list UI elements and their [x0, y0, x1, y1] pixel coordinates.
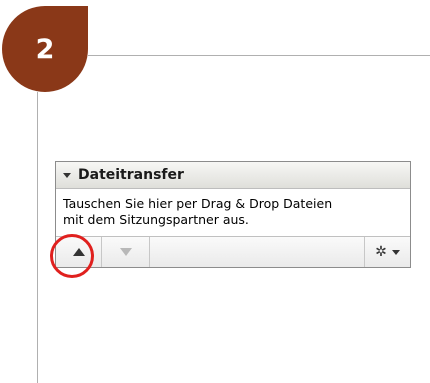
arrow-down-icon [119, 248, 132, 256]
chevron-down-icon [391, 249, 400, 255]
gear-icon: ✲ [375, 244, 387, 260]
arrow-up-icon [72, 248, 85, 256]
description-line-1: Tauschen Sie hier per Drag & Drop Dateie… [63, 196, 333, 211]
description-line-2: mit dem Sitzungspartner aus. [63, 212, 249, 227]
panel-title: Dateitransfer [78, 167, 184, 183]
step-number-badge: 2 [2, 6, 88, 92]
left-divider [37, 92, 38, 383]
drop-area[interactable]: Tauschen Sie hier per Drag & Drop Dateie… [56, 189, 410, 236]
panel-toolbar: ✲ [56, 236, 410, 267]
panel-header[interactable]: Dateitransfer [56, 162, 410, 189]
settings-menu-button[interactable]: ✲ [364, 237, 410, 267]
top-divider [88, 55, 430, 56]
file-transfer-panel: Dateitransfer Tauschen Sie hier per Drag… [55, 161, 411, 268]
upload-button[interactable] [56, 237, 102, 267]
collapse-triangle-icon[interactable] [63, 172, 71, 178]
download-button[interactable] [102, 237, 150, 267]
